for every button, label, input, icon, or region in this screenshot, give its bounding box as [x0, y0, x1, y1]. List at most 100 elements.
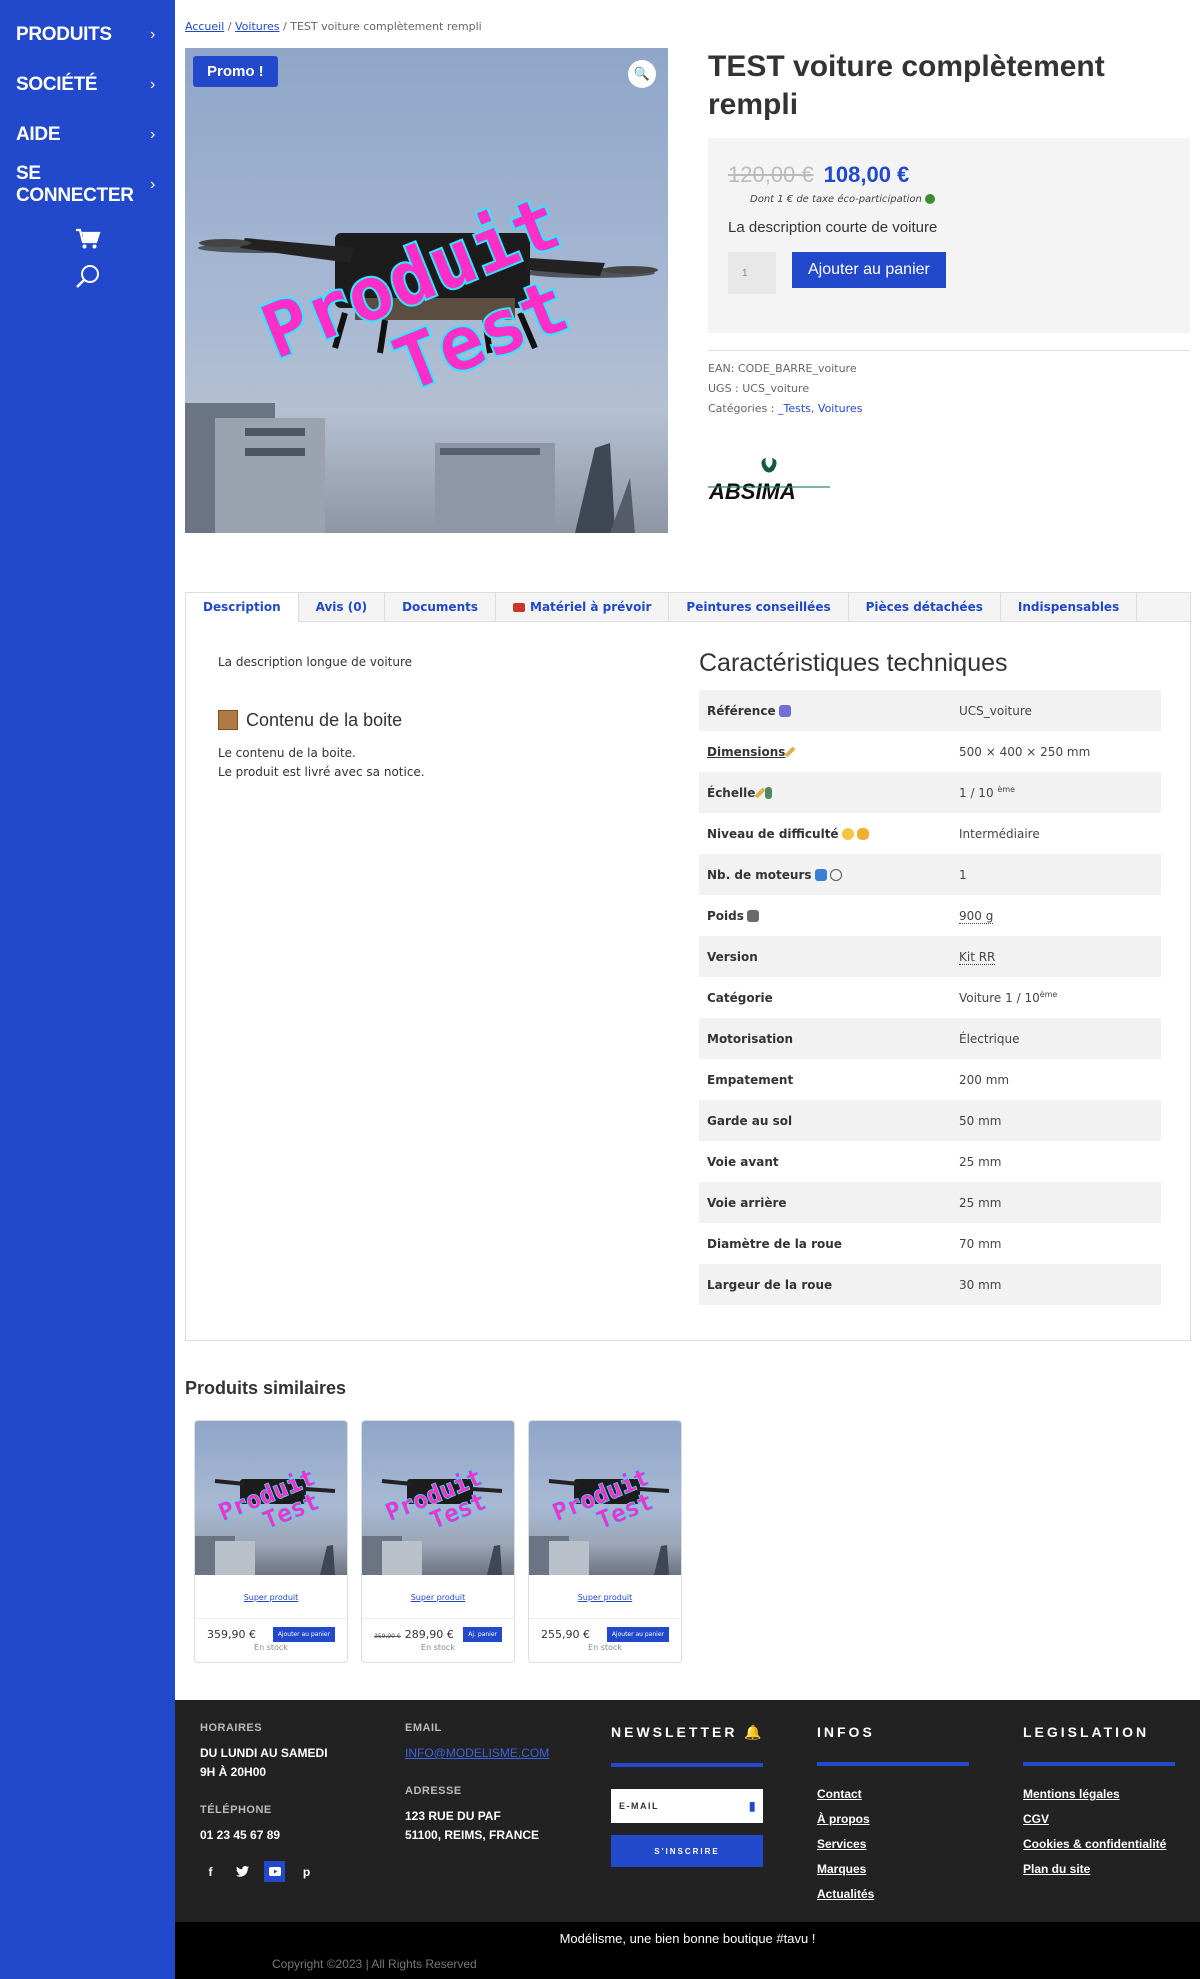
spec-label-text: Échelle: [707, 785, 756, 800]
long-description-text: La description longue de voiture: [218, 655, 413, 669]
nav-label: PRODUITS: [16, 24, 112, 45]
brand-text: ABSIMA: [708, 479, 796, 504]
related-products: Produit Test Super produit 359,90 € Ajoute…: [194, 1420, 682, 1663]
spec-row-garde-au-sol: Garde au sol 50 mm: [699, 1100, 1161, 1141]
breadcrumb-home[interactable]: Accueil: [185, 20, 224, 33]
spec-row-largeur-roue: Largeur de la roue 30 mm: [699, 1264, 1161, 1305]
product-card-price: 255,90 €: [541, 1628, 590, 1641]
footer-link-contact[interactable]: Contact: [817, 1782, 969, 1807]
breadcrumb-current: TEST voiture complètement rempli: [290, 20, 482, 33]
add-to-cart-row: Ajouter au panier: [728, 252, 1170, 294]
product-card-name[interactable]: Super produit: [362, 1575, 514, 1619]
product-card[interactable]: Produit Test Super produit 255,90 € Ajoute…: [528, 1420, 682, 1663]
footer-legal-col: LEGISLATION Mentions légales CGV Cookies…: [1023, 1722, 1175, 1882]
box-title-text: Contenu de la boite: [246, 709, 403, 730]
ean: EAN: CODE_BARRE_voiture: [708, 362, 857, 375]
category-link-tests[interactable]: _Tests: [778, 402, 811, 415]
spec-row-voie-avant: Voie avant 25 mm: [699, 1141, 1161, 1182]
newsletter-email-input[interactable]: E-MAIL ▮: [611, 1789, 763, 1823]
footer-link-cgv[interactable]: CGV: [1023, 1807, 1175, 1832]
specs-title: Caractéristiques techniques: [699, 649, 1008, 677]
spec-label-text: Référence: [707, 703, 776, 718]
product-card-stock: En stock: [254, 1643, 288, 1652]
category-link-voitures[interactable]: Voitures: [818, 402, 863, 415]
spec-label-text: Niveau de difficulté: [707, 826, 839, 841]
nav-se-connecter[interactable]: SE CONNECTER ›: [0, 160, 175, 210]
id-icon: [778, 705, 791, 717]
product-card-add-button[interactable]: Ajouter au panier: [272, 1627, 335, 1642]
tab-pieces[interactable]: Pièces détachées: [849, 593, 1001, 621]
spec-label: Garde au sol: [707, 1113, 793, 1128]
product-card-old-price: 359,90 €: [374, 1633, 401, 1640]
quantity-input[interactable]: [728, 252, 776, 294]
nav-aide[interactable]: AIDE ›: [0, 110, 175, 160]
breadcrumb-category[interactable]: Voitures: [235, 20, 280, 33]
spec-label: Motorisation: [707, 1031, 794, 1046]
search-icon[interactable]: [0, 264, 175, 290]
tab-documents[interactable]: Documents: [385, 593, 496, 621]
product-card-add-button[interactable]: Aj. panier: [463, 1627, 502, 1642]
address-label: Adresse: [405, 1785, 462, 1797]
twitter-icon[interactable]: [232, 1861, 253, 1882]
footer-link-services[interactable]: Services: [817, 1832, 969, 1857]
nav-produits[interactable]: PRODUITS ›: [0, 10, 175, 60]
tab-description[interactable]: Description: [186, 593, 299, 623]
spec-sup: ème: [1039, 990, 1058, 999]
subscribe-button[interactable]: S'INSCRIRE: [611, 1835, 763, 1867]
tab-indispensables[interactable]: Indispensables: [1001, 593, 1138, 621]
nav-label: SE CONNECTER: [16, 163, 134, 206]
product-card-image[interactable]: Produit Test: [362, 1421, 514, 1575]
product-card-add-button[interactable]: Ajouter au panier: [606, 1627, 669, 1642]
price-old: 120,00 €: [728, 162, 814, 187]
product-card-image[interactable]: Produit Test: [529, 1421, 681, 1575]
address-line: 123 RUE DU PAF: [405, 1809, 501, 1823]
product-image[interactable]: Produit Test Promo ! 🔍: [185, 48, 668, 533]
product-card-footer: 255,90 € Ajouter au panier: [529, 1619, 681, 1642]
spec-row-empatement: Empatement 200 mm: [699, 1059, 1161, 1100]
tab-bar: Description Avis (0) Documents Matériel …: [186, 593, 1190, 623]
product-card-name[interactable]: Super produit: [529, 1575, 681, 1619]
email-link[interactable]: INFO@MODELISME.COM: [405, 1744, 549, 1763]
spec-value: 200 mm: [959, 1072, 1010, 1087]
footer-link-actualites[interactable]: Actualités: [817, 1882, 969, 1907]
product-card[interactable]: Produit Test Super produit 359,90 €289,90…: [361, 1420, 515, 1663]
cart-icon[interactable]: [0, 228, 175, 250]
product-card[interactable]: Produit Test Super produit 359,90 € Ajoute…: [194, 1420, 348, 1663]
zoom-icon[interactable]: 🔍: [628, 60, 656, 88]
spec-value-text: Voiture 1 / 10: [959, 991, 1040, 1005]
input-icon: ▮: [748, 1799, 757, 1813]
legal-divider: [1023, 1762, 1175, 1766]
youtube-icon[interactable]: [264, 1861, 285, 1882]
footer-link-a-propos[interactable]: À propos: [817, 1807, 969, 1832]
phone-label: Téléphone: [200, 1804, 272, 1816]
add-to-cart-button[interactable]: Ajouter au panier: [792, 252, 946, 288]
brand-logo[interactable]: ABSIMA: [708, 456, 830, 508]
spec-row-motorisation: Motorisation Électrique: [699, 1018, 1161, 1059]
copyright: Copyright ©2023 | All Rights Reserved: [272, 1957, 477, 1971]
tab-avis[interactable]: Avis (0): [299, 593, 386, 621]
product-card-image[interactable]: Produit Test: [195, 1421, 347, 1575]
facebook-icon[interactable]: f: [200, 1861, 221, 1882]
footer-link-cookies[interactable]: Cookies & confidentialité: [1023, 1832, 1175, 1857]
price-box: 120,00 € 108,00 € Dont 1 € de taxe éco-pa…: [708, 138, 1190, 333]
tab-materiel[interactable]: Matériel à prévoir: [496, 593, 670, 621]
product-card-name[interactable]: Super produit: [195, 1575, 347, 1619]
nav-societe[interactable]: SOCIÉTÉ ›: [0, 60, 175, 110]
box-line: Le produit est livré avec sa notice.: [218, 765, 425, 779]
pinterest-icon[interactable]: p: [296, 1861, 317, 1882]
footer-link-mentions[interactable]: Mentions légales: [1023, 1782, 1175, 1807]
infos-links: Contact À propos Services Marques Actual…: [817, 1782, 969, 1907]
phone-value[interactable]: 01 23 45 67 89: [200, 1826, 328, 1845]
footer-link-plan[interactable]: Plan du site: [1023, 1857, 1175, 1882]
spec-label: Largeur de la roue: [707, 1277, 833, 1292]
footer-link-marques[interactable]: Marques: [817, 1857, 969, 1882]
address-line: 51100, REIMS, FRANCE: [405, 1828, 540, 1842]
ruler-icon: [754, 787, 767, 799]
footer-address-col: Email INFO@MODELISME.COM Adresse 123 RUE…: [405, 1722, 549, 1845]
tab-peintures[interactable]: Peintures conseillées: [669, 593, 849, 621]
footer: Horaires Du lundi au samedi 9h à 20h00 Té…: [175, 1700, 1200, 1922]
nav-label: AIDE: [16, 124, 61, 145]
footer-contact-col: Horaires Du lundi au samedi 9h à 20h00 Té…: [200, 1722, 328, 1882]
footer-infos-col: INFOS Contact À propos Services Marques …: [817, 1722, 969, 1907]
short-description: La description courte de voiture: [728, 219, 938, 236]
